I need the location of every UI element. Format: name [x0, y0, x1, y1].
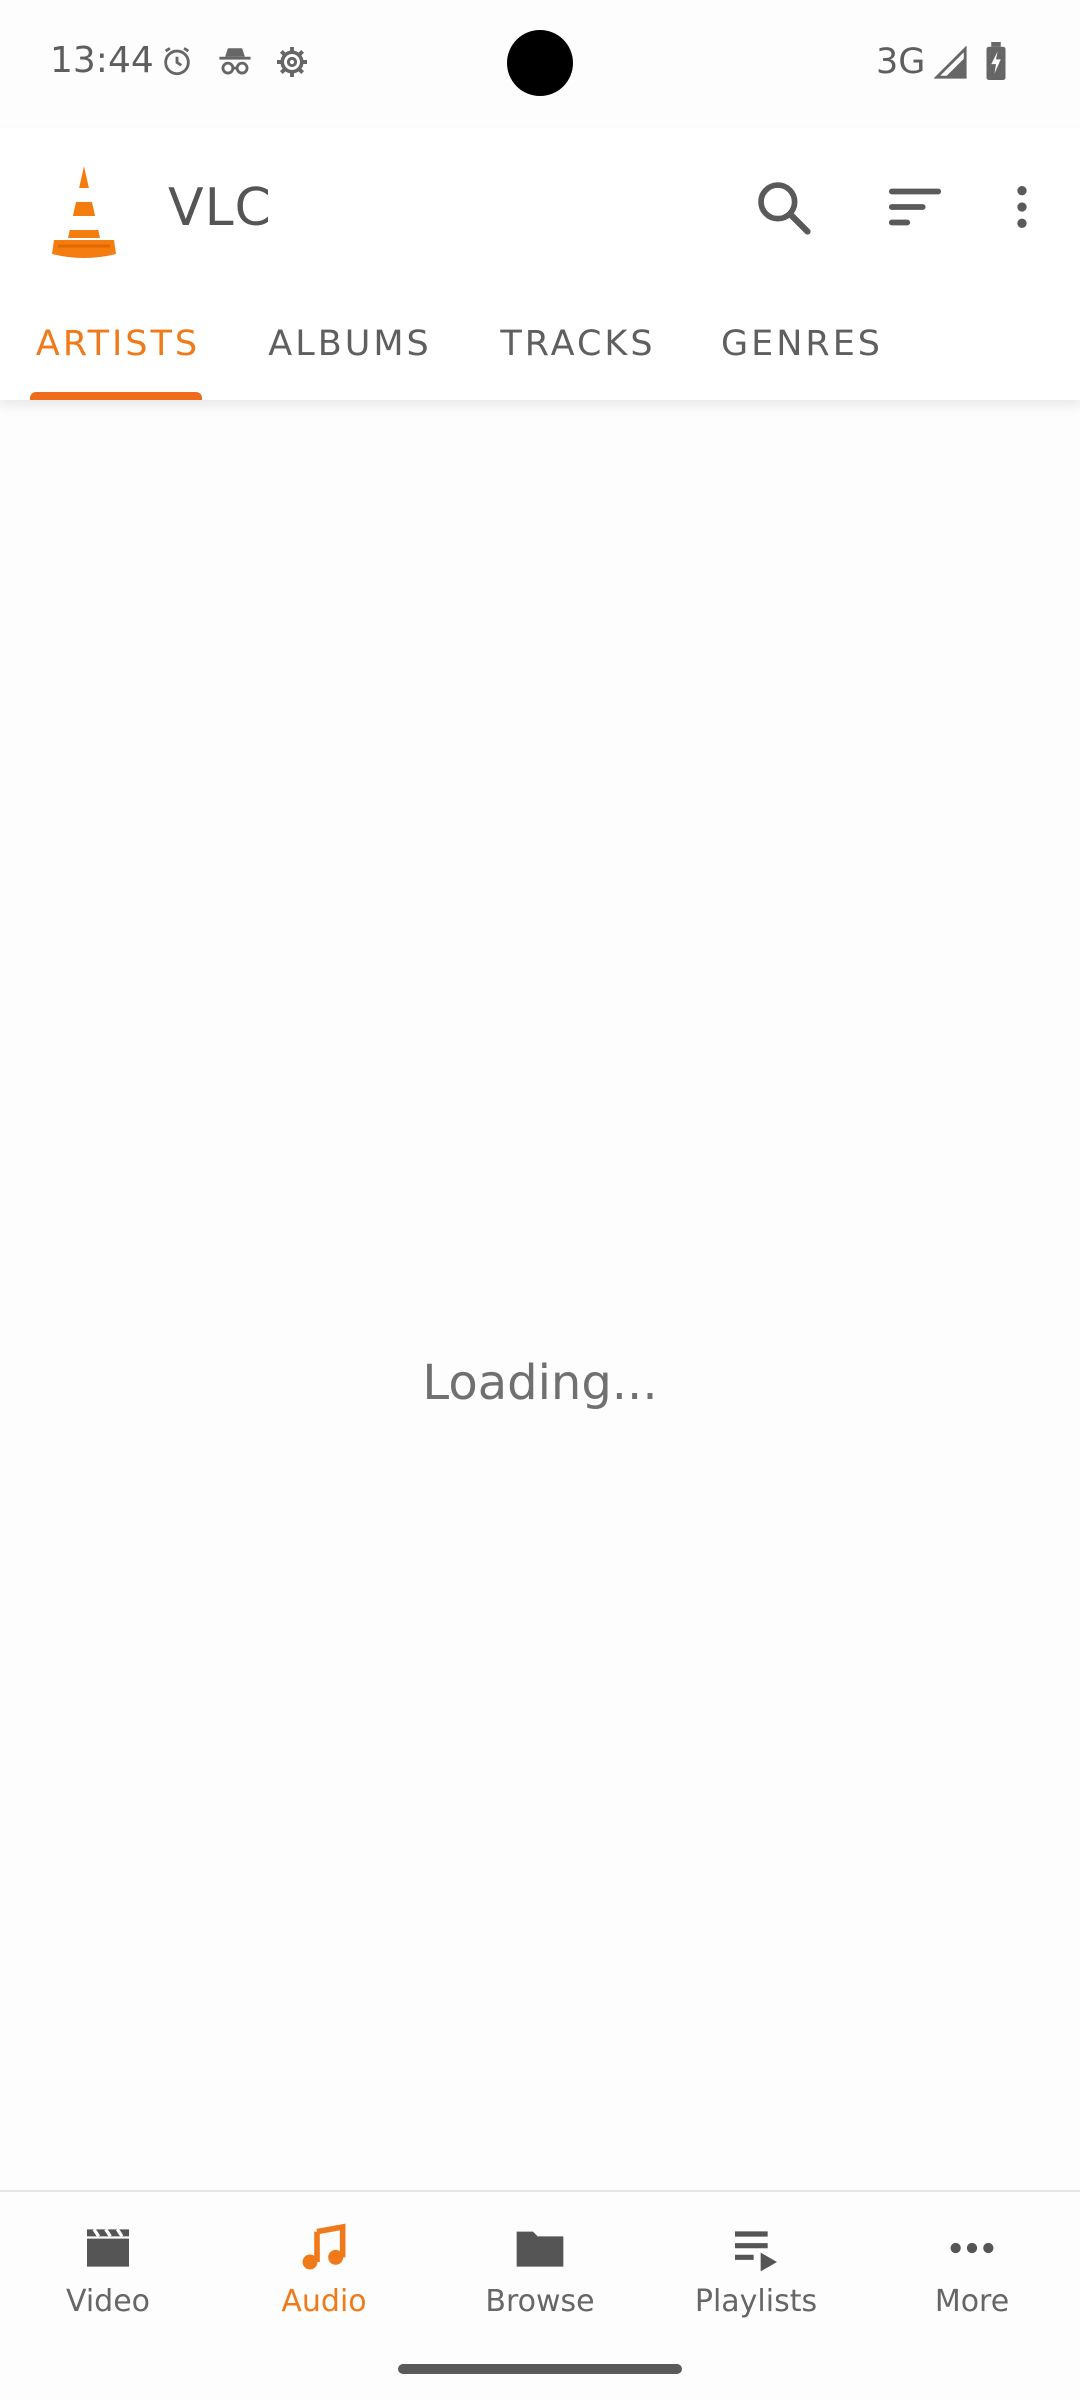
- home-gesture-bar[interactable]: [398, 2364, 682, 2374]
- nav-audio[interactable]: Audio: [216, 2220, 432, 2320]
- incognito-icon: [219, 48, 251, 75]
- folder-icon: [516, 2231, 564, 2267]
- nav-browse-label: Browse: [485, 2284, 595, 2319]
- video-clapper-icon: [87, 2228, 129, 2267]
- tab-artists[interactable]: ARTISTS: [0, 288, 236, 400]
- settings-gear-icon: [277, 47, 307, 77]
- sort-icon[interactable]: [884, 176, 946, 238]
- nav-more-label: More: [934, 2284, 1010, 2319]
- bottom-navigation: Video Audio Browse Playlists More: [0, 2190, 1080, 2334]
- nav-browse[interactable]: Browse: [432, 2220, 648, 2320]
- status-bar: 13:44 3G: [0, 0, 1080, 128]
- nav-audio-label: Audio: [281, 2284, 367, 2319]
- search-icon[interactable]: [752, 176, 814, 238]
- signal-icon: [934, 46, 967, 79]
- camera-cutout: [507, 30, 573, 96]
- alarm-icon: [164, 47, 190, 76]
- tab-genres[interactable]: GENRES: [692, 288, 912, 400]
- vlc-cone-logo: [52, 166, 116, 258]
- loading-text: Loading...: [422, 1355, 658, 1411]
- tab-bar: ARTISTS ALBUMS TRACKS GENRES: [0, 288, 1080, 400]
- nav-playlists-label: Playlists: [694, 2284, 818, 2319]
- battery-charging-icon: [986, 42, 1006, 80]
- nav-playlists[interactable]: Playlists: [648, 2220, 864, 2320]
- tab-tracks[interactable]: TRACKS: [464, 288, 692, 400]
- artists-list-area[interactable]: Loading...: [0, 400, 1080, 2190]
- nav-more[interactable]: More: [864, 2220, 1080, 2320]
- app-bar: VLC ARTISTS ALBUMS TRACKS GENRES: [0, 128, 1080, 400]
- app-title: VLC: [168, 178, 272, 238]
- tab-albums[interactable]: ALBUMS: [236, 288, 464, 400]
- status-time: 13:44: [50, 40, 154, 81]
- more-horiz-icon: [950, 2242, 994, 2254]
- network-type: 3G: [876, 42, 926, 82]
- more-vert-icon[interactable]: [994, 176, 1050, 238]
- nav-video[interactable]: Video: [0, 2220, 216, 2320]
- active-tab-indicator: [30, 392, 202, 400]
- music-note-icon: [302, 2223, 346, 2270]
- playlist-icon: [735, 2231, 777, 2272]
- nav-video-label: Video: [65, 2284, 151, 2319]
